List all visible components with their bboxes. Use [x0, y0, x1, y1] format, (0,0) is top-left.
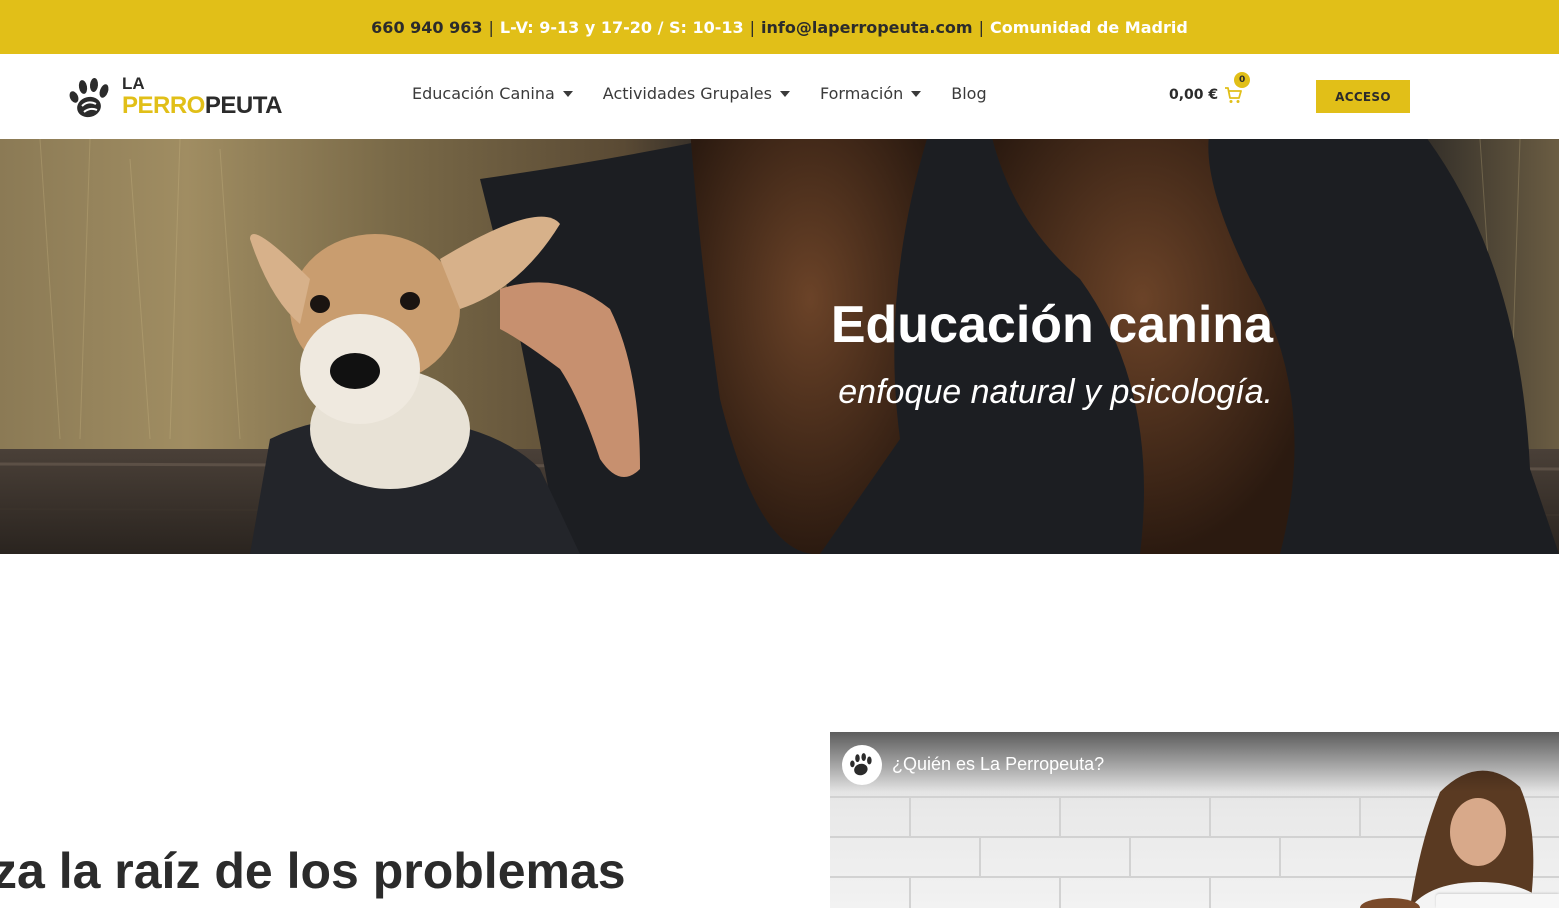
cart-widget[interactable]: 0,00 € 0	[1169, 72, 1251, 104]
site-logo[interactable]: LA PERROPEUTA	[68, 74, 282, 124]
video-embed[interactable]: ¿Quién es La Perropeuta?	[830, 732, 1559, 908]
cart-count-badge: 0	[1234, 72, 1251, 88]
nav-item-label: Formación	[819, 84, 904, 103]
hero-banner: Educación canina enfoque natural y psico…	[0, 139, 1559, 554]
separator: |	[978, 17, 984, 37]
video-corner-widget	[1436, 894, 1559, 908]
video-title[interactable]: ¿Quién es La Perropeuta?	[892, 754, 1104, 775]
separator: |	[749, 17, 756, 37]
section-heading: za la raíz de los problemas	[0, 843, 626, 899]
logo-wordmark: PERROPEUTA	[122, 92, 282, 120]
logo-text-peuta: PEUTA	[204, 92, 283, 119]
paw-icon	[850, 753, 872, 776]
hero-photo	[0, 139, 1559, 554]
nav-item-label: Blog	[951, 84, 987, 103]
email-link[interactable]: info@laperropeuta.com	[761, 18, 973, 37]
paw-icon	[69, 78, 109, 118]
separator: |	[488, 17, 494, 37]
nav-item-blog[interactable]: Blog	[951, 84, 986, 103]
access-button[interactable]: ACCESO	[1316, 80, 1410, 113]
phone-number[interactable]: 660 940 963	[371, 18, 482, 37]
region-label: Comunidad de Madrid	[989, 17, 1188, 37]
nav-item-label: Educación Canina	[412, 84, 555, 103]
caret-down-icon	[911, 90, 922, 97]
cart-icon[interactable]: 0	[1224, 72, 1251, 104]
caret-down-icon	[779, 90, 790, 97]
hero-subtitle: enfoque natural y psicología.	[838, 373, 1273, 411]
channel-avatar[interactable]	[842, 745, 882, 785]
nav-item-formacion[interactable]: Formación	[819, 84, 922, 103]
site-header: LA PERROPEUTA Educación Canina Actividad…	[0, 54, 1559, 139]
nav-item-educacion-canina[interactable]: Educación Canina	[412, 84, 573, 103]
logo-text-la: LA	[122, 74, 145, 93]
top-info-bar: 660 940 963 | L-V: 9-13 y 17-20 / S: 10-…	[0, 0, 1559, 54]
opening-hours: L-V: 9-13 y 17-20 / S: 10-13	[499, 17, 744, 37]
nav-item-actividades-grupales[interactable]: Actividades Grupales	[603, 84, 790, 103]
cart-total: 0,00 €	[1169, 87, 1219, 103]
nav-item-label: Actividades Grupales	[602, 84, 772, 103]
main-nav: Educación Canina Actividades Grupales Fo…	[412, 84, 987, 103]
hero-title: Educación canina	[830, 296, 1273, 354]
caret-down-icon	[562, 90, 573, 97]
logo-text-perro: PERRO	[122, 92, 205, 119]
